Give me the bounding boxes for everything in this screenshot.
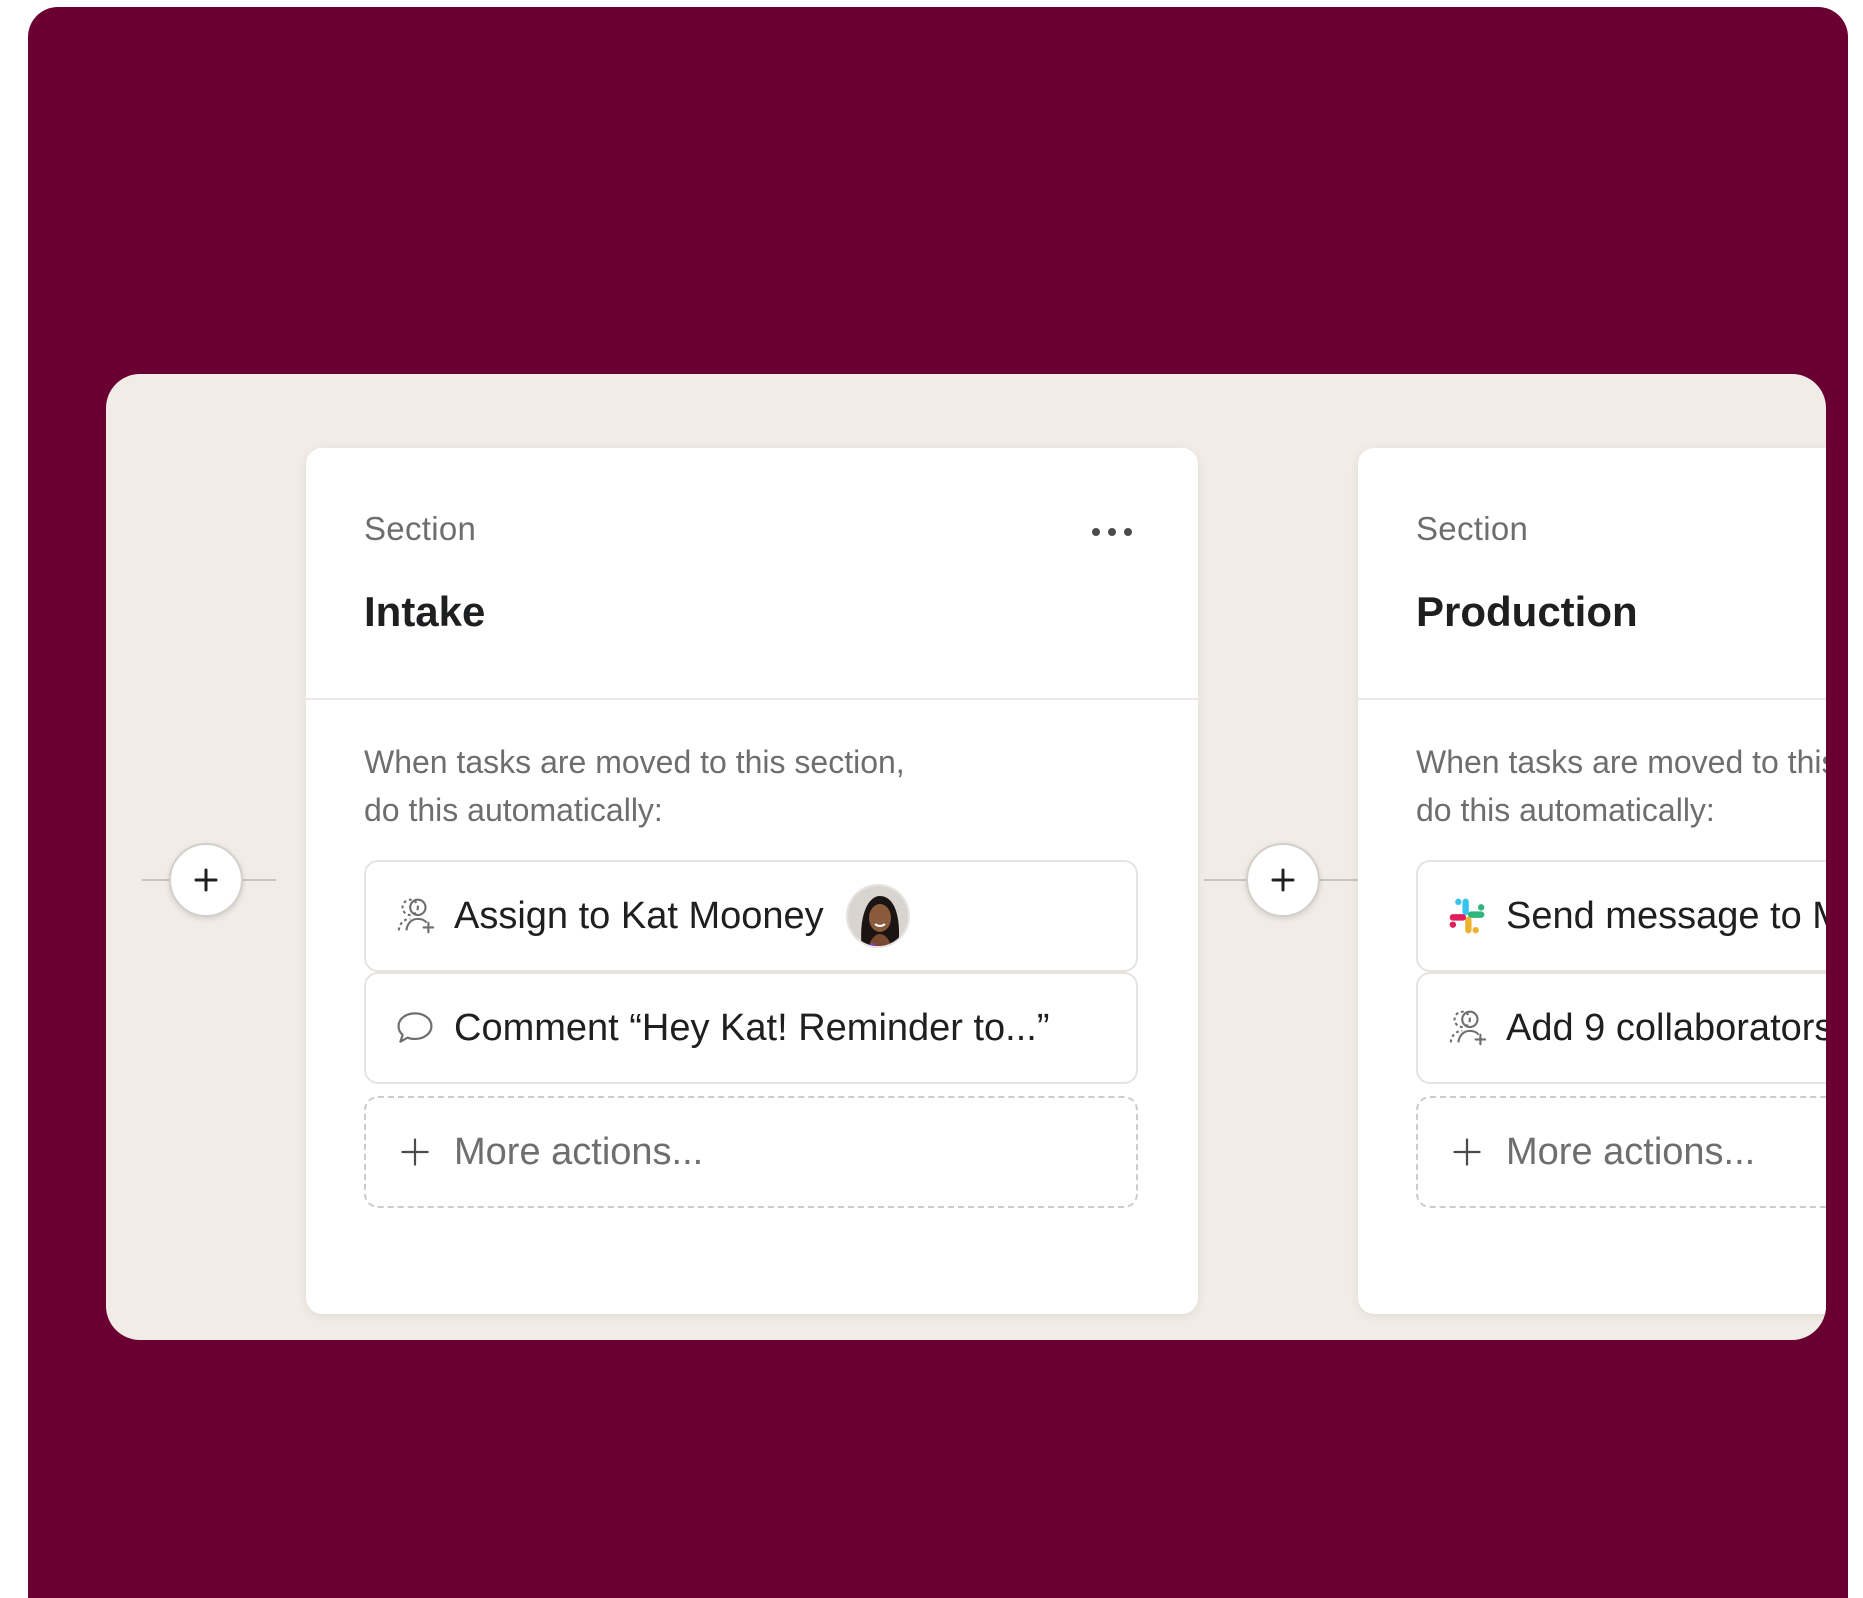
card-header: Section Production [1358,448,1826,700]
plus-icon [392,1129,438,1175]
more-horizontal-icon[interactable] [1092,528,1132,536]
section-label: Section [1416,510,1529,547]
plus-icon [1444,1129,1490,1175]
section-title: Production [1416,588,1638,635]
automation-description: When tasks are moved to this section, do… [364,738,905,834]
assign-user-icon [392,893,438,939]
automation-description: When tasks are moved to this section, do… [1416,738,1826,834]
add-section-button-left[interactable] [169,843,243,917]
comment-icon [392,1005,438,1051]
action-comment[interactable]: Comment “Hey Kat! Reminder to...” [364,972,1138,1084]
card-header: Section Intake [306,448,1198,700]
slack-icon [1444,893,1490,939]
action-label: Add 9 collaborators [1506,1006,1826,1049]
more-actions-button[interactable]: More actions... [1416,1096,1826,1208]
section-label: Section [364,510,477,547]
outer-background: Section Intake When tasks are moved to t… [28,7,1848,1598]
more-actions-label: More actions... [454,1130,704,1173]
add-section-button-middle[interactable] [1246,843,1320,917]
action-send-message[interactable]: Send message to M [1416,860,1826,972]
action-add-collaborators[interactable]: Add 9 collaborators [1416,972,1826,1084]
more-actions-button[interactable]: More actions... [364,1096,1138,1208]
section-card-intake: Section Intake When tasks are moved to t… [306,448,1198,1314]
rules-panel: Section Intake When tasks are moved to t… [106,374,1826,1340]
plus-icon [1271,868,1295,892]
automation-description-line1: When tasks are moved to this section, [1416,744,1826,780]
section-card-production: Section Production When tasks are moved … [1358,448,1826,1314]
add-collaborators-icon [1444,1005,1490,1051]
action-label: Assign to Kat Mooney [454,894,824,937]
action-label: Comment “Hey Kat! Reminder to...” [454,1006,1050,1049]
action-label: Send message to M [1506,894,1826,937]
automation-description-line2: do this automatically: [364,792,663,828]
section-title: Intake [364,588,486,635]
automation-description-line1: When tasks are moved to this section, [364,744,905,780]
kat-mooney-avatar [845,884,910,948]
plus-icon [194,868,218,892]
action-assign[interactable]: Assign to Kat Mooney [364,860,1138,972]
automation-description-line2: do this automatically: [1416,792,1715,828]
more-actions-label: More actions... [1506,1130,1756,1173]
